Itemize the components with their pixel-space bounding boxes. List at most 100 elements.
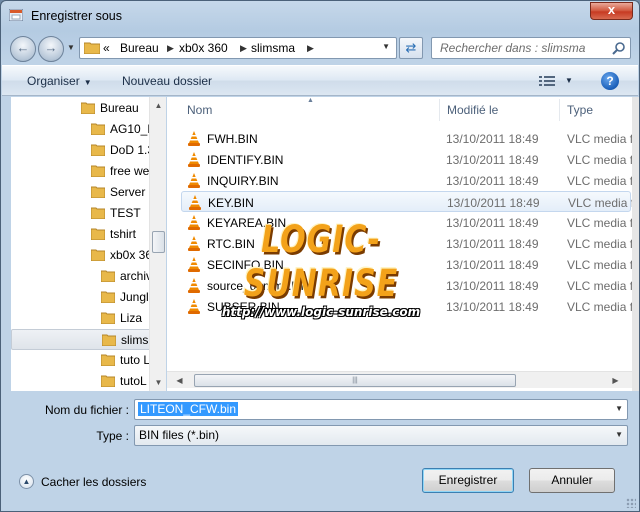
file-name: KEYAREA.BIN <box>207 216 287 230</box>
filename-field[interactable]: LITEON_CFW.bin ▼ <box>134 399 628 420</box>
close-button[interactable]: x <box>590 2 633 20</box>
file-type: VLC media fi <box>567 300 632 314</box>
vlc-file-icon <box>188 236 200 251</box>
scroll-up-icon[interactable]: ▲ <box>150 97 167 114</box>
file-modified: 13/10/2011 18:49 <box>446 153 539 167</box>
back-button[interactable]: ← <box>10 36 36 62</box>
vlc-file-icon <box>188 173 200 188</box>
folder-icon <box>91 186 105 198</box>
breadcrumb-item[interactable]: Bureau <box>120 41 159 55</box>
sidebar-item[interactable]: tshirt <box>11 224 151 245</box>
file-type: VLC media fi <box>567 174 632 188</box>
view-options-icon[interactable] <box>539 75 555 88</box>
scrollbar-thumb[interactable] <box>152 231 165 253</box>
app-icon <box>9 9 23 21</box>
view-dropdown-icon[interactable]: ▼ <box>565 76 573 85</box>
vlc-file-icon <box>189 195 201 210</box>
forward-button[interactable]: → <box>38 36 64 62</box>
cancel-button[interactable]: Annuler <box>529 468 615 493</box>
search-icon[interactable] <box>612 41 626 55</box>
breadcrumb-item[interactable]: slimsma <box>251 41 295 55</box>
folder-icon <box>101 354 115 366</box>
sidebar-item-label: archiv <box>120 269 149 283</box>
column-divider[interactable] <box>439 99 440 121</box>
sidebar-item[interactable]: Bureau <box>11 98 151 119</box>
sidebar-item-label: tshirt <box>110 227 137 241</box>
address-bar[interactable]: « Bureau ▶ xb0x 360 ▶ slimsma ▶ ▼ <box>79 37 397 59</box>
sidebar-item[interactable]: archiv <box>11 266 151 287</box>
column-header-modified[interactable]: Modifié le <box>447 99 498 123</box>
save-dialog: Enregistrer sous x ← → ▼ « Bureau ▶ xb0x… <box>0 0 640 512</box>
horizontal-scrollbar[interactable]: ◀ ||| ▶ <box>167 371 632 388</box>
column-divider[interactable] <box>559 99 560 121</box>
vlc-file-icon <box>188 131 200 146</box>
file-modified: 13/10/2011 18:49 <box>446 132 539 146</box>
scroll-down-icon[interactable]: ▼ <box>150 374 167 391</box>
file-row[interactable]: INQUIRY.BIN 13/10/2011 18:49 VLC media fi <box>181 170 632 191</box>
scrollbar-thumb[interactable]: ||| <box>194 374 516 387</box>
sidebar-item[interactable]: free we <box>11 161 151 182</box>
file-name: RTC.BIN <box>207 237 255 251</box>
file-row[interactable]: KEY.BIN 13/10/2011 18:49 VLC media fi <box>181 191 632 212</box>
file-modified: 13/10/2011 18:49 <box>446 279 539 293</box>
save-button[interactable]: Enregistrer <box>422 468 514 493</box>
sidebar-item[interactable]: Jungl <box>11 287 151 308</box>
file-type: VLC media fi <box>567 216 632 230</box>
folder-icon <box>101 270 115 282</box>
sidebar-item[interactable]: DoD 1.3 <box>11 140 151 161</box>
scroll-left-icon[interactable]: ◀ <box>171 372 188 389</box>
file-row[interactable]: KEYAREA.BIN 13/10/2011 18:49 VLC media fi <box>181 212 632 233</box>
filetype-select[interactable]: BIN files (*.bin) ▼ <box>134 425 628 446</box>
sidebar-item-label: TEST <box>110 206 141 220</box>
vlc-file-icon <box>188 215 200 230</box>
sidebar-item-label: AG10_D <box>110 122 149 136</box>
file-row[interactable]: RTC.BIN 13/10/2011 18:49 VLC media fi <box>181 233 632 254</box>
window-title: Enregistrer sous <box>31 9 123 23</box>
file-type: VLC media fi <box>567 258 632 272</box>
vertical-scrollbar[interactable] <box>632 97 639 391</box>
sidebar-item[interactable]: tuto L <box>11 350 151 371</box>
sidebar-item[interactable]: TEST <box>11 203 151 224</box>
file-name: IDENTIFY.BIN <box>207 153 284 167</box>
navigation-scrollbar[interactable]: ▲ ▼ <box>149 97 166 391</box>
sidebar-item[interactable]: tutoL <box>11 371 151 391</box>
column-header-name[interactable]: Nom <box>187 99 212 123</box>
column-header-type[interactable]: Type <box>567 99 593 123</box>
breadcrumb-item[interactable]: xb0x 360 <box>179 41 228 55</box>
back-arrow-icon: ← <box>16 40 30 55</box>
file-row[interactable]: source_dummy.bin 13/10/2011 18:49 VLC medi… <box>181 275 632 296</box>
file-type: VLC media fi <box>567 237 632 251</box>
organize-menu[interactable]: Organiser ▼ <box>27 74 92 88</box>
file-row[interactable]: SUBSER.BIN 13/10/2011 18:49 VLC media fi <box>181 296 632 317</box>
chevron-down-icon[interactable]: ▼ <box>615 404 623 413</box>
chevron-down-icon[interactable]: ▼ <box>615 430 623 439</box>
resize-grip[interactable] <box>626 498 636 508</box>
search-input[interactable]: Rechercher dans : slimsma <box>431 37 631 59</box>
folder-icon <box>81 102 95 114</box>
sidebar-item-label: tutoL <box>120 374 147 388</box>
sidebar-item[interactable]: Server D <box>11 182 151 203</box>
sidebar-item[interactable]: AG10_D <box>11 119 151 140</box>
new-folder-button[interactable]: Nouveau dossier <box>122 74 212 88</box>
sidebar-item[interactable]: slimsı <box>11 329 151 350</box>
file-modified: 13/10/2011 18:49 <box>446 258 539 272</box>
file-row[interactable]: IDENTIFY.BIN 13/10/2011 18:49 VLC media fi <box>181 149 632 170</box>
file-row[interactable]: FWH.BIN 13/10/2011 18:49 VLC media fi <box>181 128 632 149</box>
chevron-right-icon[interactable]: ▶ <box>240 43 247 54</box>
breadcrumb-overflow[interactable]: « <box>103 41 110 55</box>
sidebar-item[interactable]: Liza <box>11 308 151 329</box>
help-icon[interactable]: ? <box>601 72 619 90</box>
recent-locations-dropdown-icon[interactable]: ▼ <box>67 43 75 52</box>
file-type: VLC media fi <box>567 153 632 167</box>
chevron-right-icon[interactable]: ▶ <box>307 43 314 54</box>
title-bar[interactable]: Enregistrer sous x <box>1 1 639 31</box>
address-dropdown-icon[interactable]: ▼ <box>382 42 390 51</box>
file-name: SECINFO.BIN <box>207 258 284 272</box>
scroll-right-icon[interactable]: ▶ <box>607 372 624 389</box>
refresh-button[interactable]: ⇄ <box>399 37 423 59</box>
chevron-right-icon[interactable]: ▶ <box>167 43 174 54</box>
file-row[interactable]: SECINFO.BIN 13/10/2011 18:49 VLC media fi <box>181 254 632 275</box>
sidebar-item[interactable]: xb0x 360 <box>11 245 151 266</box>
filetype-label: Type : <box>96 429 129 443</box>
file-type: VLC media fi <box>567 279 632 293</box>
